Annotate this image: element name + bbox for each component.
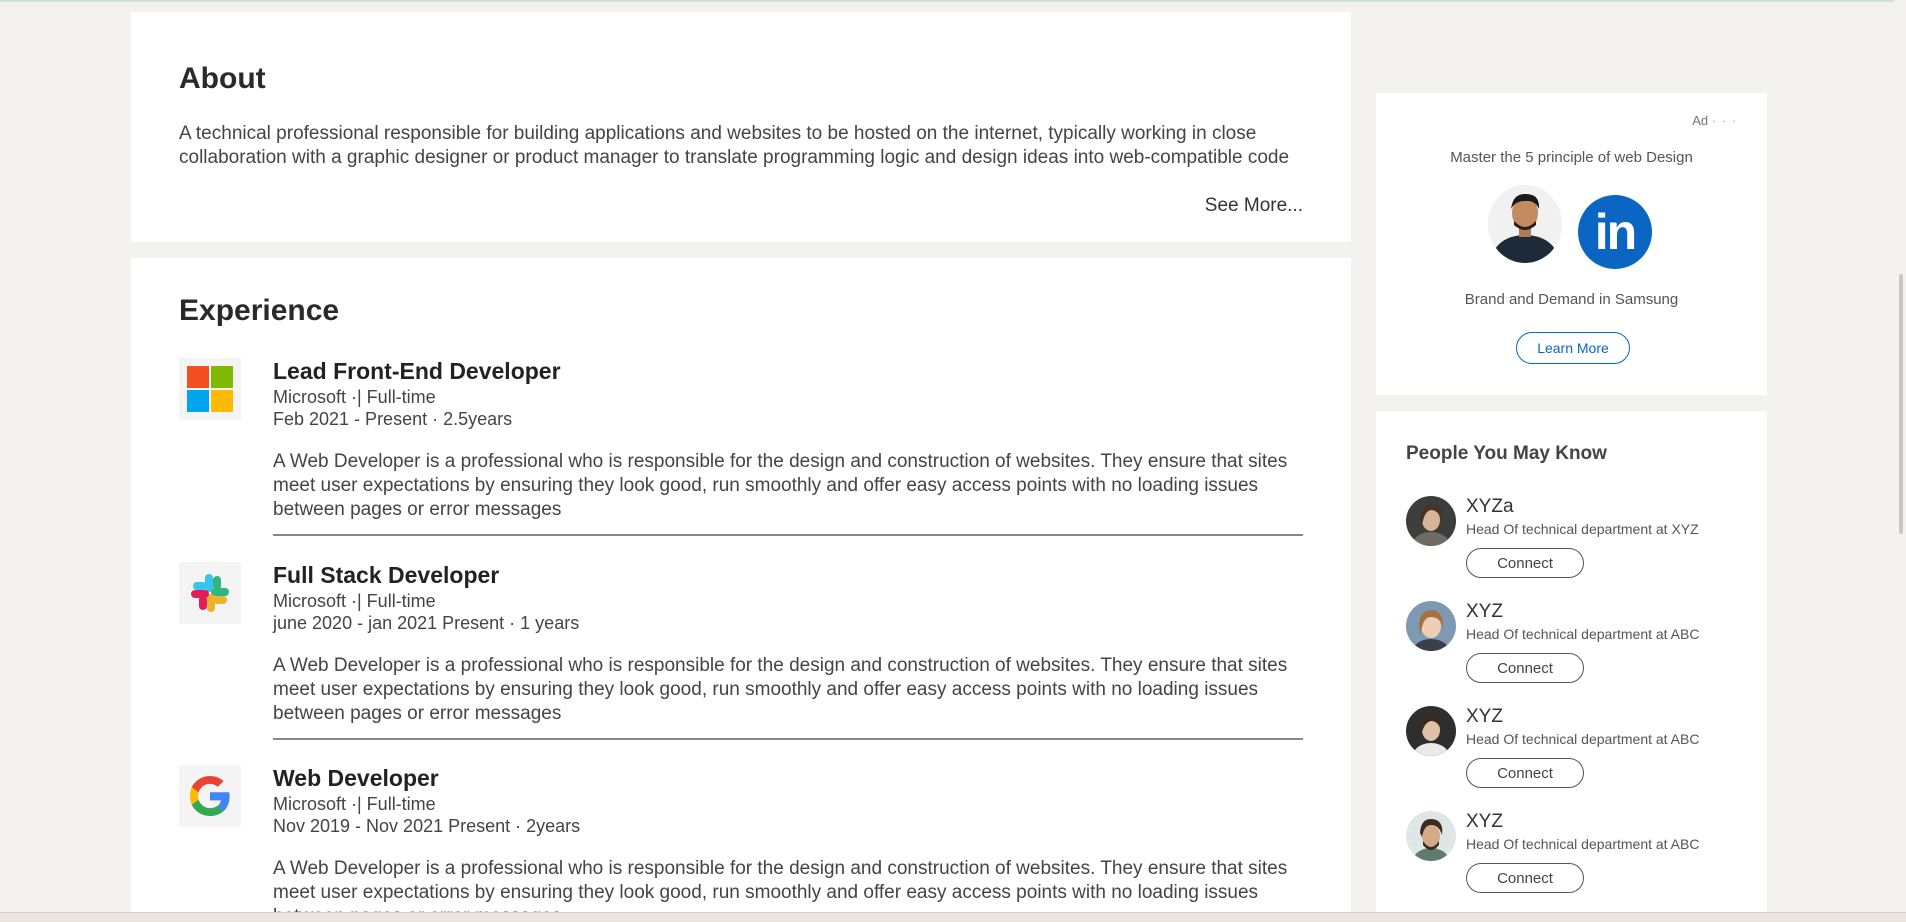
avatar[interactable] — [1406, 601, 1456, 651]
person-role: Head Of technical department at ABC — [1466, 626, 1700, 642]
person-name[interactable]: XYZ — [1466, 706, 1503, 728]
divider — [273, 534, 1303, 536]
scrollbar-thumb[interactable] — [1899, 274, 1903, 534]
learn-more-button[interactable]: Learn More — [1516, 332, 1630, 364]
ad-person-avatar — [1488, 185, 1562, 263]
ad-label: Ad · · · — [1692, 113, 1737, 128]
job-title: Web Developer — [273, 765, 439, 791]
top-border — [0, 0, 1906, 2]
connect-button[interactable]: Connect — [1466, 863, 1584, 893]
person-name[interactable]: XYZa — [1466, 496, 1514, 518]
microsoft-logo-icon — [179, 358, 241, 420]
about-card: About A technical professional responsib… — [131, 12, 1351, 242]
vertical-scrollbar[interactable] — [1894, 0, 1906, 921]
person-item: XYZa Head Of technical department at XYZ… — [1406, 496, 1746, 586]
about-text: A technical professional responsible for… — [179, 123, 1290, 168]
person-role: Head Of technical department at ABC — [1466, 836, 1700, 852]
person-name[interactable]: XYZ — [1466, 601, 1503, 623]
linkedin-logo-icon: in — [1578, 195, 1652, 269]
job-company: Microsoft ·| Full-time — [273, 591, 436, 611]
avatar[interactable] — [1406, 706, 1456, 756]
experience-card: Experience Lead Front-End Developer Micr… — [131, 258, 1351, 921]
person-name[interactable]: XYZ — [1466, 811, 1503, 833]
job-dates: june 2020 - jan 2021 Present · 1 years — [273, 613, 580, 633]
person-item: XYZ Head Of technical department at ABC … — [1406, 706, 1746, 796]
avatar[interactable] — [1406, 496, 1456, 546]
job-title: Lead Front-End Developer — [273, 358, 561, 384]
slack-logo-icon — [179, 562, 241, 624]
ad-label-text: Ad — [1692, 113, 1709, 128]
google-logo-icon — [179, 765, 241, 827]
person-role: Head Of technical department at ABC — [1466, 731, 1700, 747]
job-dates: Nov 2019 - Nov 2021 Present · 2years — [273, 816, 581, 836]
more-options-icon[interactable]: · · · — [1712, 113, 1737, 128]
connect-button[interactable]: Connect — [1466, 653, 1584, 683]
person-item: XYZ Head Of technical department at ABC … — [1406, 601, 1746, 691]
about-heading: About — [179, 62, 266, 95]
connect-button[interactable]: Connect — [1466, 758, 1584, 788]
job-dates: Feb 2021 - Present · 2.5years — [273, 409, 513, 429]
person-role: Head Of technical department at XYZ — [1466, 521, 1699, 537]
people-heading: People You May Know — [1406, 443, 1607, 464]
job-title: Full Stack Developer — [273, 562, 500, 588]
job-company: Microsoft ·| Full-time — [273, 794, 436, 814]
job-company: Microsoft ·| Full-time — [273, 387, 436, 407]
people-you-may-know-card: People You May Know XYZa Head Of technic… — [1376, 411, 1767, 921]
linkedin-logo-text: in — [1594, 204, 1637, 260]
experience-heading: Experience — [179, 294, 340, 327]
person-item: XYZ Head Of technical department at ABC … — [1406, 811, 1746, 901]
job-description: A Web Developer is a professional who is… — [273, 451, 1288, 520]
job-description: A Web Developer is a professional who is… — [273, 655, 1288, 724]
see-more-link[interactable]: See More... — [1205, 195, 1303, 217]
connect-button[interactable]: Connect — [1466, 548, 1584, 578]
ad-headline: Master the 5 principle of web Design — [1450, 149, 1693, 166]
ad-company: Brand and Demand in Samsung — [1464, 291, 1679, 308]
divider — [273, 738, 1303, 740]
avatar[interactable] — [1406, 811, 1456, 861]
ad-card: Ad · · · Master the 5 principle of web D… — [1376, 93, 1767, 395]
